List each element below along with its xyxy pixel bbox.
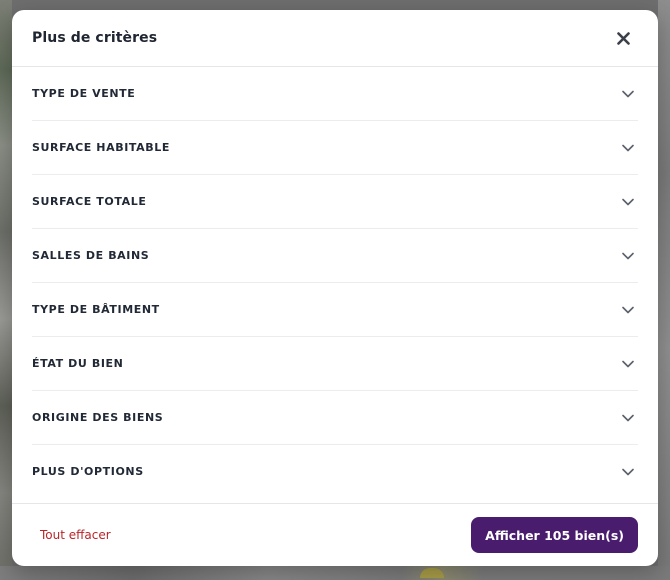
chevron-down-icon xyxy=(620,356,636,372)
criterion-label: TYPE DE VENTE xyxy=(32,87,136,100)
criterion-surface-habitable[interactable]: SURFACE HABITABLE xyxy=(32,121,638,175)
background-page-bottom xyxy=(0,566,670,580)
close-button[interactable] xyxy=(612,27,634,49)
chevron-down-icon xyxy=(620,248,636,264)
chevron-down-icon xyxy=(620,194,636,210)
criterion-label: SALLES DE BAINS xyxy=(32,249,150,262)
show-results-button[interactable]: Afficher 105 bien(s) xyxy=(471,517,638,553)
criterion-label: PLUS D'OPTIONS xyxy=(32,465,144,478)
criterion-type-de-vente[interactable]: TYPE DE VENTE xyxy=(32,67,638,121)
chevron-down-icon xyxy=(620,464,636,480)
chevron-down-icon xyxy=(620,140,636,156)
background-decoration xyxy=(420,568,444,578)
criterion-label: SURFACE HABITABLE xyxy=(32,141,170,154)
background-page-left xyxy=(0,0,12,580)
criterion-label: SURFACE TOTALE xyxy=(32,195,147,208)
criterion-label: TYPE DE BÂTIMENT xyxy=(32,303,160,316)
chevron-down-icon xyxy=(620,302,636,318)
close-icon xyxy=(616,31,630,45)
chevron-down-icon xyxy=(620,410,636,426)
modal-title: Plus de critères xyxy=(32,30,158,46)
clear-all-link[interactable]: Tout effacer xyxy=(40,528,111,542)
criterion-type-de-batiment[interactable]: TYPE DE BÂTIMENT xyxy=(32,283,638,337)
criterion-etat-du-bien[interactable]: ÉTAT DU BIEN xyxy=(32,337,638,391)
modal-footer: Tout effacer Afficher 105 bien(s) xyxy=(12,503,658,566)
modal-header: Plus de critères xyxy=(12,10,658,67)
criterion-label: ORIGINE DES BIENS xyxy=(32,411,164,424)
criteria-list: TYPE DE VENTE SURFACE HABITABLE SURFACE … xyxy=(12,67,658,498)
criterion-plus-d-options[interactable]: PLUS D'OPTIONS xyxy=(32,445,638,498)
background-page-right xyxy=(658,0,670,580)
criterion-salles-de-bains[interactable]: SALLES DE BAINS xyxy=(32,229,638,283)
filters-modal: Plus de critères TYPE DE VENTE SURFACE H… xyxy=(12,10,658,566)
criterion-origine-des-biens[interactable]: ORIGINE DES BIENS xyxy=(32,391,638,445)
criterion-surface-totale[interactable]: SURFACE TOTALE xyxy=(32,175,638,229)
chevron-down-icon xyxy=(620,86,636,102)
criterion-label: ÉTAT DU BIEN xyxy=(32,357,124,370)
